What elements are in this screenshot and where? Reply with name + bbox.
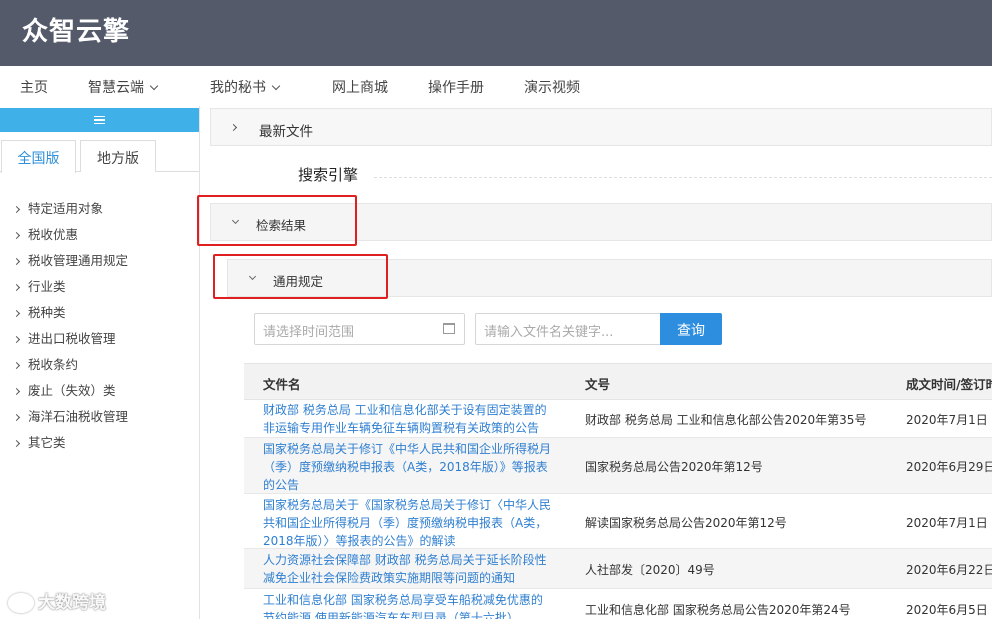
highlight-box [197, 195, 357, 246]
latest-files-label: 最新文件 [259, 124, 313, 140]
highlight-box [213, 254, 388, 299]
sidebar-item[interactable]: 废止（失效）类 [12, 380, 116, 399]
issue-date: 2020年6月22日 [906, 563, 992, 577]
sidebar-item-label: 进出口税收管理 [28, 331, 116, 346]
app-logo[interactable]: 众智云擎 [22, 11, 130, 48]
nav-manual-label: 操作手册 [428, 80, 484, 96]
main-nav: 主页 智慧云端 我的秘书 网上商城 操作手册 演示视频 [0, 66, 992, 106]
doc-number: 财政部 税务总局 工业和信息化部公告2020年第35号 [585, 413, 867, 427]
sidebar-item-label: 税收优惠 [28, 227, 79, 242]
file-name-link[interactable]: 国家税务总局关于修订《中华人民共和国企业所得税月（季）度预缴纳税申报表（A类，2… [263, 440, 553, 494]
file-name-link[interactable]: 财政部 税务总局 工业和信息化部关于设有固定装置的非运输专用作业车辆免征车辆购置… [263, 401, 553, 437]
nav-my-secretary[interactable]: 我的秘书 [210, 77, 281, 97]
doc-number: 解读国家税务总局公告2020年第12号 [585, 516, 787, 530]
sidebar-item-label: 特定适用对象 [28, 201, 104, 216]
nav-demo-video[interactable]: 演示视频 [524, 77, 580, 97]
keyword-search-input[interactable]: 请输入文件名关键字... [475, 313, 661, 345]
query-button[interactable]: 查询 [660, 313, 722, 345]
sidebar-item-label: 税收条约 [28, 357, 79, 372]
sidebar-item-label: 废止（失效）类 [28, 383, 116, 398]
menu-toggle-button[interactable] [0, 108, 199, 132]
sidebar-item[interactable]: 税种类 [12, 302, 66, 321]
nav-online-mall[interactable]: 网上商城 [332, 77, 388, 97]
date-range-input[interactable]: 请选择时间范围 [254, 313, 465, 345]
watermark: 大数跨境 [8, 588, 106, 613]
doc-number: 国家税务总局公告2020年第12号 [585, 460, 763, 474]
tab-local[interactable]: 地方版 [80, 140, 156, 172]
sidebar-item-label: 行业类 [28, 279, 66, 294]
sidebar-item-label: 税种类 [28, 305, 66, 320]
sidebar-item[interactable]: 税收条约 [12, 354, 79, 373]
sidebar-item[interactable]: 其它类 [12, 432, 66, 451]
doc-number: 工业和信息化部 国家税务总局公告2020年第24号 [585, 603, 851, 617]
chevron-right-icon [12, 205, 21, 214]
file-name-link[interactable]: 人力资源社会保障部 财政部 税务总局关于延长阶段性减免企业社会保险费政策实施期限… [263, 551, 553, 587]
file-name-link[interactable]: 工业和信息化部 国家税务总局享受车船税减免优惠的节约能源 使用新能源汽车车型目录… [263, 591, 553, 619]
issue-date: 2020年6月5日 [906, 603, 988, 617]
file-name-link[interactable]: 国家税务总局关于《国家税务总局关于修订〈中华人民共和国企业所得税月（季）度预缴纳… [263, 496, 553, 550]
column-header-date[interactable]: 成文时间/签订时 [906, 374, 992, 393]
sidebar-item-label: 海洋石油税收管理 [28, 409, 129, 424]
table-header: 文件名 文号 成文时间/签订时 [244, 363, 992, 400]
nav-online-mall-label: 网上商城 [332, 80, 388, 96]
sidebar-item[interactable]: 税收管理通用规定 [12, 250, 129, 269]
chevron-right-icon [12, 439, 21, 448]
doc-number: 人社部发〔2020〕49号 [585, 563, 715, 577]
nav-home[interactable]: 主页 [20, 77, 48, 97]
table-row: 财政部 税务总局 工业和信息化部关于设有固定装置的非运输专用作业车辆免征车辆购置… [244, 400, 992, 438]
chevron-right-icon [229, 123, 238, 132]
chevron-down-icon [149, 81, 159, 91]
sidebar-item[interactable]: 行业类 [12, 276, 66, 295]
sidebar-item[interactable]: 进出口税收管理 [12, 328, 116, 347]
watermark-text: 大数跨境 [38, 593, 106, 613]
sidebar-item-label: 其它类 [28, 435, 66, 450]
latest-files-panel[interactable]: 最新文件 [210, 108, 992, 146]
hamburger-icon [94, 116, 105, 124]
sidebar: 全国版 地方版 特定适用对象 税收优惠 税收管理通用规定 行业类 税种类 进出口… [0, 106, 200, 619]
sidebar-item[interactable]: 特定适用对象 [12, 198, 104, 217]
chevron-right-icon [12, 361, 21, 370]
chevron-right-icon [12, 309, 21, 318]
nav-my-secretary-label: 我的秘书 [210, 80, 266, 96]
sidebar-item-label: 税收管理通用规定 [28, 253, 129, 268]
nav-smart-cloud[interactable]: 智慧云端 [88, 77, 159, 97]
divider [374, 177, 992, 178]
tab-national[interactable]: 全国版 [1, 140, 76, 173]
table-row: 工业和信息化部 国家税务总局享受车船税减免优惠的节约能源 使用新能源汽车车型目录… [244, 589, 992, 619]
watermark-logo-icon [8, 593, 34, 613]
search-engine-title: 搜索引擎 [298, 166, 359, 184]
issue-date: 2020年7月1日 [906, 516, 988, 530]
chevron-down-icon [271, 81, 281, 91]
nav-home-label: 主页 [20, 80, 48, 96]
table-row: 国家税务总局关于修订《中华人民共和国企业所得税月（季）度预缴纳税申报表（A类，2… [244, 438, 992, 494]
chevron-right-icon [12, 231, 21, 240]
nav-demo-video-label: 演示视频 [524, 80, 580, 96]
chevron-right-icon [12, 335, 21, 344]
chevron-right-icon [12, 387, 21, 396]
table-row: 国家税务总局关于《国家税务总局关于修订〈中华人民共和国企业所得税月（季）度预缴纳… [244, 494, 992, 549]
issue-date: 2020年7月1日 [906, 413, 988, 427]
chevron-right-icon [12, 283, 21, 292]
nav-smart-cloud-label: 智慧云端 [88, 80, 144, 96]
chevron-right-icon [12, 257, 21, 266]
column-header-doc-number[interactable]: 文号 [585, 374, 610, 393]
column-header-filename[interactable]: 文件名 [263, 374, 301, 393]
sidebar-item[interactable]: 税收优惠 [12, 224, 79, 243]
chevron-right-icon [12, 413, 21, 422]
keyword-placeholder: 请输入文件名关键字... [484, 325, 614, 340]
table-row: 人力资源社会保障部 财政部 税务总局关于延长阶段性减免企业社会保险费政策实施期限… [244, 549, 992, 589]
nav-manual[interactable]: 操作手册 [428, 77, 484, 97]
issue-date: 2020年6月29日 [906, 460, 992, 474]
date-range-placeholder: 请选择时间范围 [263, 325, 355, 340]
top-header: 众智云擎 [0, 0, 992, 66]
sidebar-item[interactable]: 海洋石油税收管理 [12, 406, 129, 425]
calendar-icon[interactable] [443, 323, 455, 334]
